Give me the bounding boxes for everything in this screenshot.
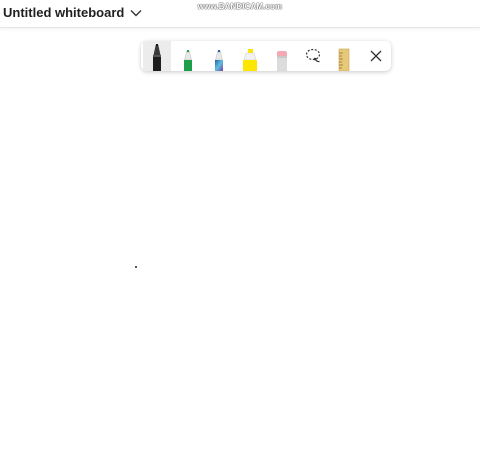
whiteboard-title: Untitled whiteboard <box>3 5 125 20</box>
app-header: Untitled whiteboard www.BANDICAM.com <box>0 0 480 28</box>
ink-stroke <box>135 266 137 268</box>
pen-black-icon <box>153 44 161 71</box>
pen-black-tool[interactable] <box>143 41 171 71</box>
ruler-tool[interactable] <box>330 41 358 71</box>
lasso-tool[interactable] <box>299 41 327 71</box>
eraser-icon <box>277 51 287 71</box>
pen-green-icon <box>184 50 192 71</box>
inking-toolbar <box>141 41 391 71</box>
recording-watermark: www.BANDICAM.com <box>197 2 283 11</box>
highlighter-yellow-tool[interactable] <box>236 41 264 71</box>
pen-galaxy-icon <box>215 50 223 71</box>
whiteboard-title-menu[interactable]: Untitled whiteboard <box>3 4 142 22</box>
chevron-down-icon <box>130 10 142 17</box>
pen-green-tool[interactable] <box>174 41 202 71</box>
close-icon <box>370 50 382 62</box>
whiteboard-canvas[interactable] <box>0 28 480 454</box>
pen-galaxy-tool[interactable] <box>205 41 233 71</box>
highlighter-yellow-icon <box>243 49 257 71</box>
close-toolbar-button[interactable] <box>362 41 390 71</box>
eraser-tool[interactable] <box>268 41 296 71</box>
lasso-icon <box>305 48 321 63</box>
ruler-icon <box>338 48 350 71</box>
